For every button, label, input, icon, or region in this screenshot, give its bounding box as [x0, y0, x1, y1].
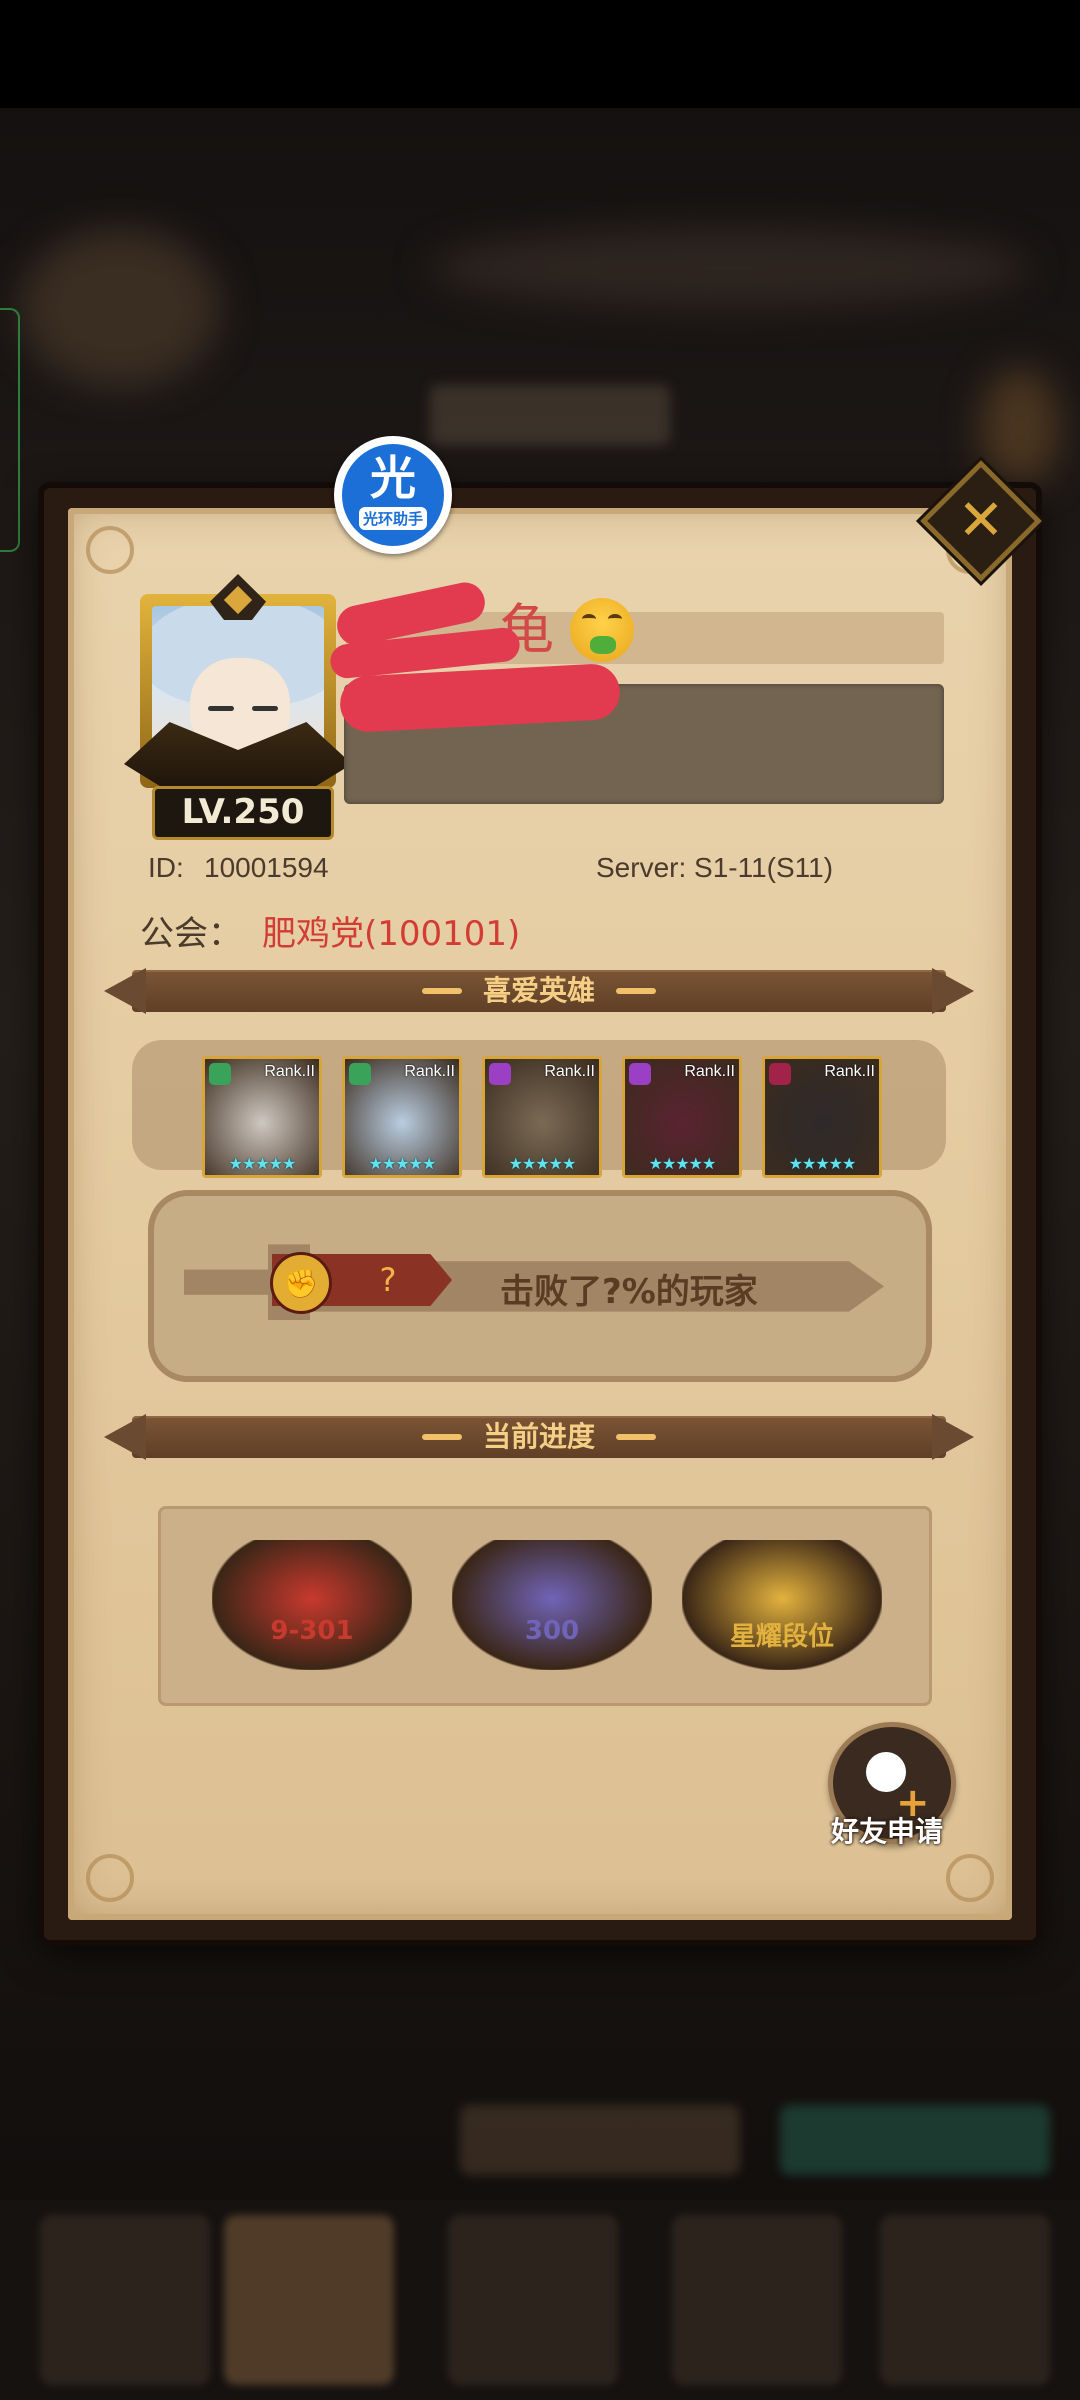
hero-stars: ★★★★★ — [648, 1154, 717, 1173]
server-info: Server: S1-11(S11) — [596, 852, 834, 883]
side-tab — [0, 308, 20, 552]
background-button — [460, 2105, 740, 2175]
hero-stars: ★★★★★ — [228, 1154, 297, 1173]
hero-card[interactable]: Rank.II ★★★★★ — [342, 1056, 462, 1178]
hero-class-icon — [489, 1063, 511, 1085]
badge-char: 光 — [370, 450, 416, 505]
hero-card[interactable]: Rank.II ★★★★★ — [762, 1056, 882, 1178]
player-level: LV.250 — [152, 786, 334, 840]
id-value: 10001594 — [204, 852, 329, 883]
guild-label: 公会： — [140, 914, 242, 954]
nav-tab[interactable] — [224, 2215, 394, 2385]
hero-rank: Rank.II — [824, 1063, 875, 1080]
hero-card[interactable]: Rank.II ★★★★★ — [482, 1056, 602, 1178]
hero-rank: Rank.II — [544, 1063, 595, 1080]
hero-card[interactable]: Rank.II ★★★★★ — [622, 1056, 742, 1178]
progress-label: 星耀段位 — [729, 1622, 834, 1652]
friend-request-label[interactable]: 好友申请 — [812, 1810, 962, 1850]
defeat-rank-value: ? — [379, 1261, 397, 1299]
hero-class-icon — [349, 1063, 371, 1085]
defeat-text: 击败了?%的玩家 — [500, 1272, 758, 1312]
favorite-heroes-header: 喜爱英雄 — [104, 968, 946, 1014]
badge-label: 光环助手 — [358, 506, 427, 530]
hero-rank: Rank.II — [264, 1063, 315, 1080]
progress-label: 9-301 — [270, 1616, 354, 1646]
hero-rank: Rank.II — [404, 1063, 455, 1080]
nav-tab[interactable] — [880, 2215, 1050, 2385]
hero-stars: ★★★★★ — [788, 1154, 857, 1173]
halo-assistant-badge[interactable]: 光 光环助手 — [334, 436, 452, 554]
fist-icon: ✊ — [270, 1252, 332, 1314]
background-button — [780, 2105, 1050, 2175]
book-icon[interactable] — [212, 1540, 412, 1670]
hero-card[interactable]: Rank.II ★★★★★ — [202, 1056, 322, 1178]
hero-class-icon — [209, 1063, 231, 1085]
current-progress-title: 当前进度 — [482, 1420, 595, 1453]
tower-icon[interactable] — [452, 1540, 652, 1670]
status-bar — [0, 0, 1080, 108]
guild-name[interactable]: 肥鸡党(100101) — [262, 906, 520, 955]
nav-tab[interactable] — [40, 2215, 210, 2385]
close-icon[interactable]: ✕ — [938, 478, 1024, 564]
progress-label: 300 — [524, 1616, 580, 1646]
hero-stars: ★★★★★ — [508, 1154, 577, 1173]
hero-rank: Rank.II — [684, 1063, 735, 1080]
hero-class-icon — [629, 1063, 651, 1085]
favorite-heroes-title: 喜爱英雄 — [482, 974, 595, 1007]
id-label: ID: — [148, 852, 184, 883]
current-progress-header: 当前进度 — [104, 1414, 946, 1460]
hero-class-icon — [769, 1063, 791, 1085]
background-title — [430, 385, 670, 445]
hero-stars: ★★★★★ — [368, 1154, 437, 1173]
nav-tab[interactable] — [448, 2215, 618, 2385]
nav-tab[interactable] — [672, 2215, 842, 2385]
